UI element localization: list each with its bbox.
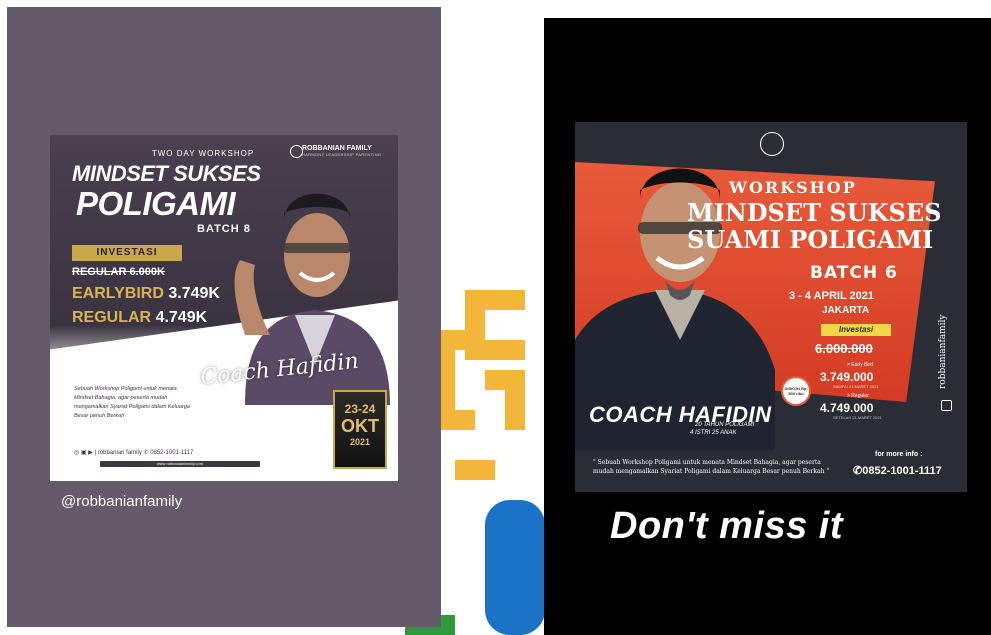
date-month: OKT xyxy=(341,416,379,436)
earlybird-note: SAMPAI 21 MARET 2021 xyxy=(833,384,879,389)
invest-badge: INVESTASI xyxy=(72,245,182,261)
regular-label: > Reguler xyxy=(847,393,869,399)
invest-badge: Investasi xyxy=(821,324,891,336)
description: Sebuah Workshop Poligami untuk menata Mi… xyxy=(74,386,190,419)
whatsapp-icon: ✆ xyxy=(853,465,863,477)
poster-footer: ◎ ▣ ▶ | robbanian family ✆ 0852-1001-111… xyxy=(74,450,194,456)
title-line1: MINDSET SUKSES xyxy=(687,198,942,227)
regular-price: 4.749.000 xyxy=(820,401,874,415)
batch-label: BATCH 6 xyxy=(810,263,898,283)
earlybird-price: 3.749.000 xyxy=(820,370,874,384)
workshop-eyebrow: TWO DAY WORKSHOP xyxy=(151,149,255,158)
date-year: 2021 xyxy=(349,437,371,447)
event-city: JAKARTA xyxy=(822,305,870,316)
caption: Don't miss it xyxy=(610,505,843,547)
earlybird-label: > Early Bird xyxy=(847,362,873,368)
title-line2: POLIGAMI xyxy=(76,185,236,222)
event-date: 3 - 4 APRIL 2021 xyxy=(789,290,874,302)
regular-price: REGULAR 4.749K xyxy=(72,309,208,326)
discount-badge: DISKON Rp. 500 ribu xyxy=(781,376,811,406)
date-days: 23-24 xyxy=(344,402,376,416)
workshop-eyebrow: WORKSHOP xyxy=(729,178,857,197)
more-info-label: for more info : xyxy=(875,451,923,458)
instagram-icon xyxy=(941,400,952,411)
regular-old-price: REGULAR 6.000K xyxy=(72,266,165,278)
right-poster: WORKSHOP MINDSET SUKSES SUAMI POLIGAMI B… xyxy=(575,122,967,492)
quote: " Sebuah Workshop Poligami untuk menata … xyxy=(593,459,830,475)
phone-number: ✆0852-1001-1117 xyxy=(853,465,942,477)
date-box: 23-24 OKT 2021 xyxy=(333,390,387,469)
title-line2: SUAMI POLIGAMI xyxy=(687,225,934,254)
brand-name: ROBBANIAN FAMILY HARMONY LEADERSHIP PARE… xyxy=(302,145,382,157)
coach-family: 4 ISTRI 25 ANAK xyxy=(690,430,737,436)
left-poster: ROBBANIAN FAMILY HARMONY LEADERSHIP PARE… xyxy=(50,135,398,481)
side-brand: robbanianfamily xyxy=(938,314,948,390)
instagram-icon: ◎ xyxy=(74,450,80,456)
whatsapp-icon: ✆ xyxy=(143,450,149,456)
earlybird-price: EARLYBIRD 3.749K xyxy=(72,285,220,302)
youtube-icon: ▶ xyxy=(88,450,93,456)
coach-years: 20 TAHUN POLIGAMI xyxy=(695,422,755,428)
footer-url: www.robbanianfamily.com xyxy=(100,461,260,467)
old-price: 6.000.000 xyxy=(815,341,873,356)
facebook-icon: ▣ xyxy=(80,450,87,456)
instagram-handle: @robbanianfamily xyxy=(61,493,183,510)
regular-note: SETELAH 21 MARET 2021 xyxy=(833,415,882,420)
